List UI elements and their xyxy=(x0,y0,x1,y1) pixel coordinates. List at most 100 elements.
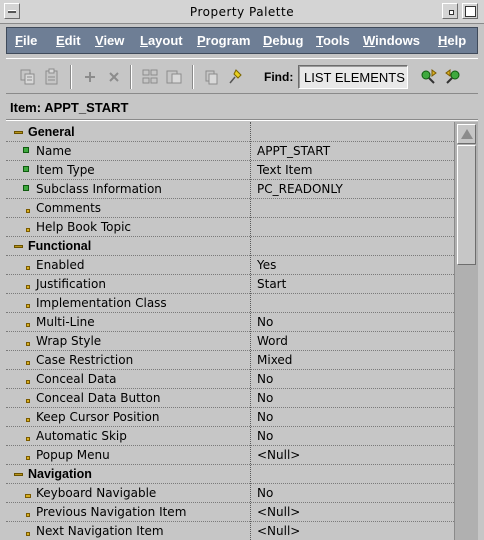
vertical-scrollbar[interactable] xyxy=(454,122,478,540)
menu-windows[interactable]: Windows xyxy=(363,33,420,48)
inherit-icon[interactable] xyxy=(202,67,222,87)
menu-debug[interactable]: Debug xyxy=(263,33,303,48)
property-value-cell[interactable] xyxy=(251,199,454,218)
menu-edit[interactable]: Edit xyxy=(56,33,81,48)
property-value-cell[interactable]: Yes xyxy=(251,256,454,275)
collapse-icon[interactable] xyxy=(14,245,23,248)
menu-help[interactable]: Help xyxy=(438,33,466,48)
property-name-cell[interactable]: Automatic Skip xyxy=(6,427,250,446)
category-label: General xyxy=(28,125,75,139)
property-value-cell[interactable]: Start xyxy=(251,275,454,294)
property-name-cell[interactable]: Conceal Data Button xyxy=(6,389,250,408)
property-name-cell[interactable]: Name xyxy=(6,142,250,161)
property-value-cell[interactable]: No xyxy=(251,408,454,427)
property-name-cell[interactable]: Conceal Data xyxy=(6,370,250,389)
intersection-icon[interactable] xyxy=(164,67,184,87)
property-value-cell[interactable]: <Null> xyxy=(251,503,454,522)
property-label: Wrap Style xyxy=(36,334,102,348)
default-marker-icon xyxy=(26,399,30,403)
find-input[interactable]: LIST ELEMENTS xyxy=(298,65,408,89)
property-label: Case Restriction xyxy=(36,353,134,367)
modified-marker-icon xyxy=(23,166,29,172)
property-row-conceal-data[interactable]: Conceal Data No xyxy=(6,370,454,389)
property-name-cell[interactable]: Item Type xyxy=(6,161,250,180)
property-name-cell[interactable]: Functional xyxy=(6,237,250,256)
property-name-cell[interactable]: Help Book Topic xyxy=(6,218,250,237)
property-row-automatic-skip[interactable]: Automatic Skip No xyxy=(6,427,454,446)
property-name-cell[interactable]: Implementation Class xyxy=(6,294,250,313)
delete-property-icon[interactable] xyxy=(104,67,124,87)
menu-view[interactable]: View xyxy=(95,33,124,48)
property-name-cell[interactable]: Multi-Line xyxy=(6,313,250,332)
add-property-icon[interactable] xyxy=(80,67,100,87)
property-value-cell[interactable]: APPT_START xyxy=(251,142,454,161)
menu-program[interactable]: Program xyxy=(197,33,250,48)
property-row-justification[interactable]: Justification Start xyxy=(6,275,454,294)
property-name-cell[interactable]: Navigation xyxy=(6,465,250,484)
property-row-next-navigation-item[interactable]: Next Navigation Item <Null> xyxy=(6,522,454,540)
property-row-wrap-style[interactable]: Wrap Style Word xyxy=(6,332,454,351)
property-name-cell[interactable]: Previous Navigation Item xyxy=(6,503,250,522)
property-value-cell[interactable]: PC_READONLY xyxy=(251,180,454,199)
property-value-cell[interactable] xyxy=(251,294,454,313)
union-icon[interactable] xyxy=(140,67,160,87)
property-label: Comments xyxy=(36,201,102,215)
property-name-cell[interactable]: Comments xyxy=(6,199,250,218)
collapse-icon[interactable] xyxy=(14,473,23,476)
property-value-cell[interactable]: No xyxy=(251,389,454,408)
property-value-cell[interactable]: <Null> xyxy=(251,446,454,465)
property-name-cell[interactable]: Wrap Style xyxy=(6,332,250,351)
category-row-general[interactable]: General xyxy=(6,123,454,142)
property-value-cell[interactable]: Word xyxy=(251,332,454,351)
category-row-functional[interactable]: Functional xyxy=(6,237,454,256)
property-name-cell[interactable]: General xyxy=(6,123,250,142)
property-name-cell[interactable]: Enabled xyxy=(6,256,250,275)
find-next-icon[interactable] xyxy=(418,67,438,87)
default-marker-icon xyxy=(26,380,30,384)
property-row-previous-navigation-item[interactable]: Previous Navigation Item <Null> xyxy=(6,503,454,522)
title-bar[interactable]: Property Palette xyxy=(0,0,484,24)
property-name-cell[interactable]: Justification xyxy=(6,275,250,294)
property-row-case-restriction[interactable]: Case Restriction Mixed xyxy=(6,351,454,370)
menu-layout[interactable]: Layout xyxy=(140,33,183,48)
property-value-cell[interactable]: No xyxy=(251,313,454,332)
menu-file[interactable]: File xyxy=(15,33,37,48)
property-value-cell[interactable]: Text Item xyxy=(251,161,454,180)
property-row-subclass-information[interactable]: Subclass Information PC_READONLY xyxy=(6,180,454,199)
property-name-cell[interactable]: Subclass Information xyxy=(6,180,250,199)
property-value-cell[interactable]: Mixed xyxy=(251,351,454,370)
property-row-name[interactable]: Name APPT_START xyxy=(6,142,454,161)
paste-properties-icon[interactable] xyxy=(42,67,62,87)
property-row-item-type[interactable]: Item Type Text Item xyxy=(6,161,454,180)
maximize-button[interactable] xyxy=(462,3,478,19)
freeze-icon[interactable] xyxy=(226,67,246,87)
collapse-icon[interactable] xyxy=(14,131,23,134)
scroll-thumb[interactable] xyxy=(457,145,476,265)
property-name-cell[interactable]: Keyboard Navigable xyxy=(6,484,250,503)
default-marker-icon xyxy=(26,361,30,365)
property-row-implementation-class[interactable]: Implementation Class xyxy=(6,294,454,313)
property-value-cell[interactable]: <Null> xyxy=(251,522,454,540)
property-row-comments[interactable]: Comments xyxy=(6,199,454,218)
property-value-cell[interactable]: No xyxy=(251,427,454,446)
property-row-keyboard-navigable[interactable]: Keyboard Navigable No xyxy=(6,484,454,503)
property-row-enabled[interactable]: Enabled Yes xyxy=(6,256,454,275)
property-name-cell[interactable]: Case Restriction xyxy=(6,351,250,370)
scroll-up-button[interactable] xyxy=(457,124,476,144)
property-row-popup-menu[interactable]: Popup Menu <Null> xyxy=(6,446,454,465)
property-row-keep-cursor-position[interactable]: Keep Cursor Position No xyxy=(6,408,454,427)
menu-tools[interactable]: Tools xyxy=(316,33,350,48)
property-name-cell[interactable]: Next Navigation Item xyxy=(6,522,250,540)
property-value-cell[interactable] xyxy=(251,218,454,237)
find-previous-icon[interactable] xyxy=(444,67,464,87)
property-name-cell[interactable]: Keep Cursor Position xyxy=(6,408,250,427)
property-row-multi-line[interactable]: Multi-Line No xyxy=(6,313,454,332)
property-name-cell[interactable]: Popup Menu xyxy=(6,446,250,465)
property-value-cell[interactable]: No xyxy=(251,484,454,503)
category-row-navigation[interactable]: Navigation xyxy=(6,465,454,484)
minimize-button[interactable] xyxy=(442,3,458,19)
property-value-cell[interactable]: No xyxy=(251,370,454,389)
property-row-help-book-topic[interactable]: Help Book Topic xyxy=(6,218,454,237)
property-row-conceal-data-button[interactable]: Conceal Data Button No xyxy=(6,389,454,408)
copy-properties-icon[interactable] xyxy=(18,67,38,87)
